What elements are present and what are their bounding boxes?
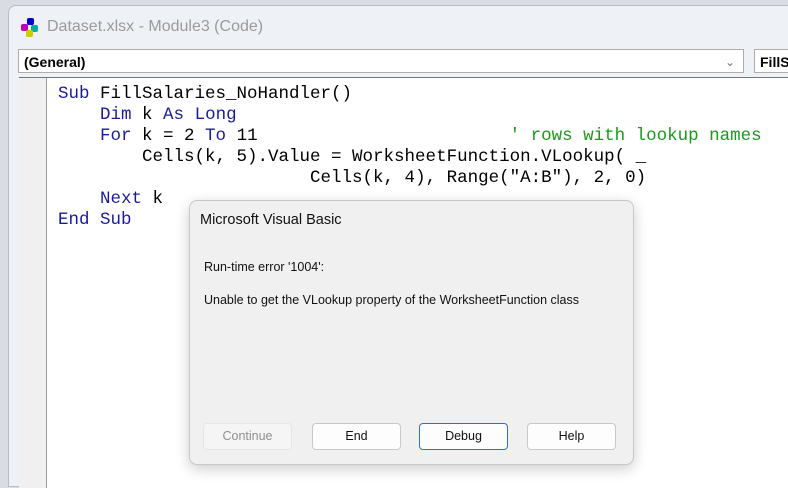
dialog-title: Microsoft Visual Basic <box>200 212 342 228</box>
code-line: Sub FillSalaries_NoHandler() <box>58 84 353 104</box>
continue-button: Continue <box>203 423 292 450</box>
runtime-error-dialog: Microsoft Visual Basic Run-time error '1… <box>189 200 634 465</box>
chevron-down-icon: ⌄ <box>724 55 735 69</box>
code-line: Cells(k, 4), Range("A:B"), 2, 0) <box>310 168 647 188</box>
code-line: For k = 2 To 11 ' rows with lookup names <box>100 126 762 146</box>
code-line: Cells(k, 5).Value = WorksheetFunction.VL… <box>142 147 647 167</box>
object-dropdown-value: (General) <box>24 54 86 70</box>
help-button[interactable]: Help <box>527 423 616 450</box>
code-line: Dim k As Long <box>100 105 237 125</box>
end-button[interactable]: End <box>312 423 401 450</box>
object-dropdown[interactable]: (General) ⌄ <box>18 49 744 73</box>
error-message: Unable to get the VLookup property of th… <box>204 293 579 307</box>
vba-project-icon <box>19 16 41 38</box>
window-title: Dataset.xlsx - Module3 (Code) <box>47 18 264 35</box>
margin-indicator-bar[interactable] <box>19 78 47 488</box>
procedure-dropdown-value: FillS <box>760 54 788 70</box>
window-title-bar: Dataset.xlsx - Module3 (Code) <box>19 16 263 38</box>
error-code: Run-time error '1004': <box>204 260 325 274</box>
debug-button[interactable]: Debug <box>419 423 508 450</box>
code-comment: ' rows with lookup names <box>509 126 762 146</box>
procedure-dropdown[interactable]: FillS <box>754 49 788 73</box>
